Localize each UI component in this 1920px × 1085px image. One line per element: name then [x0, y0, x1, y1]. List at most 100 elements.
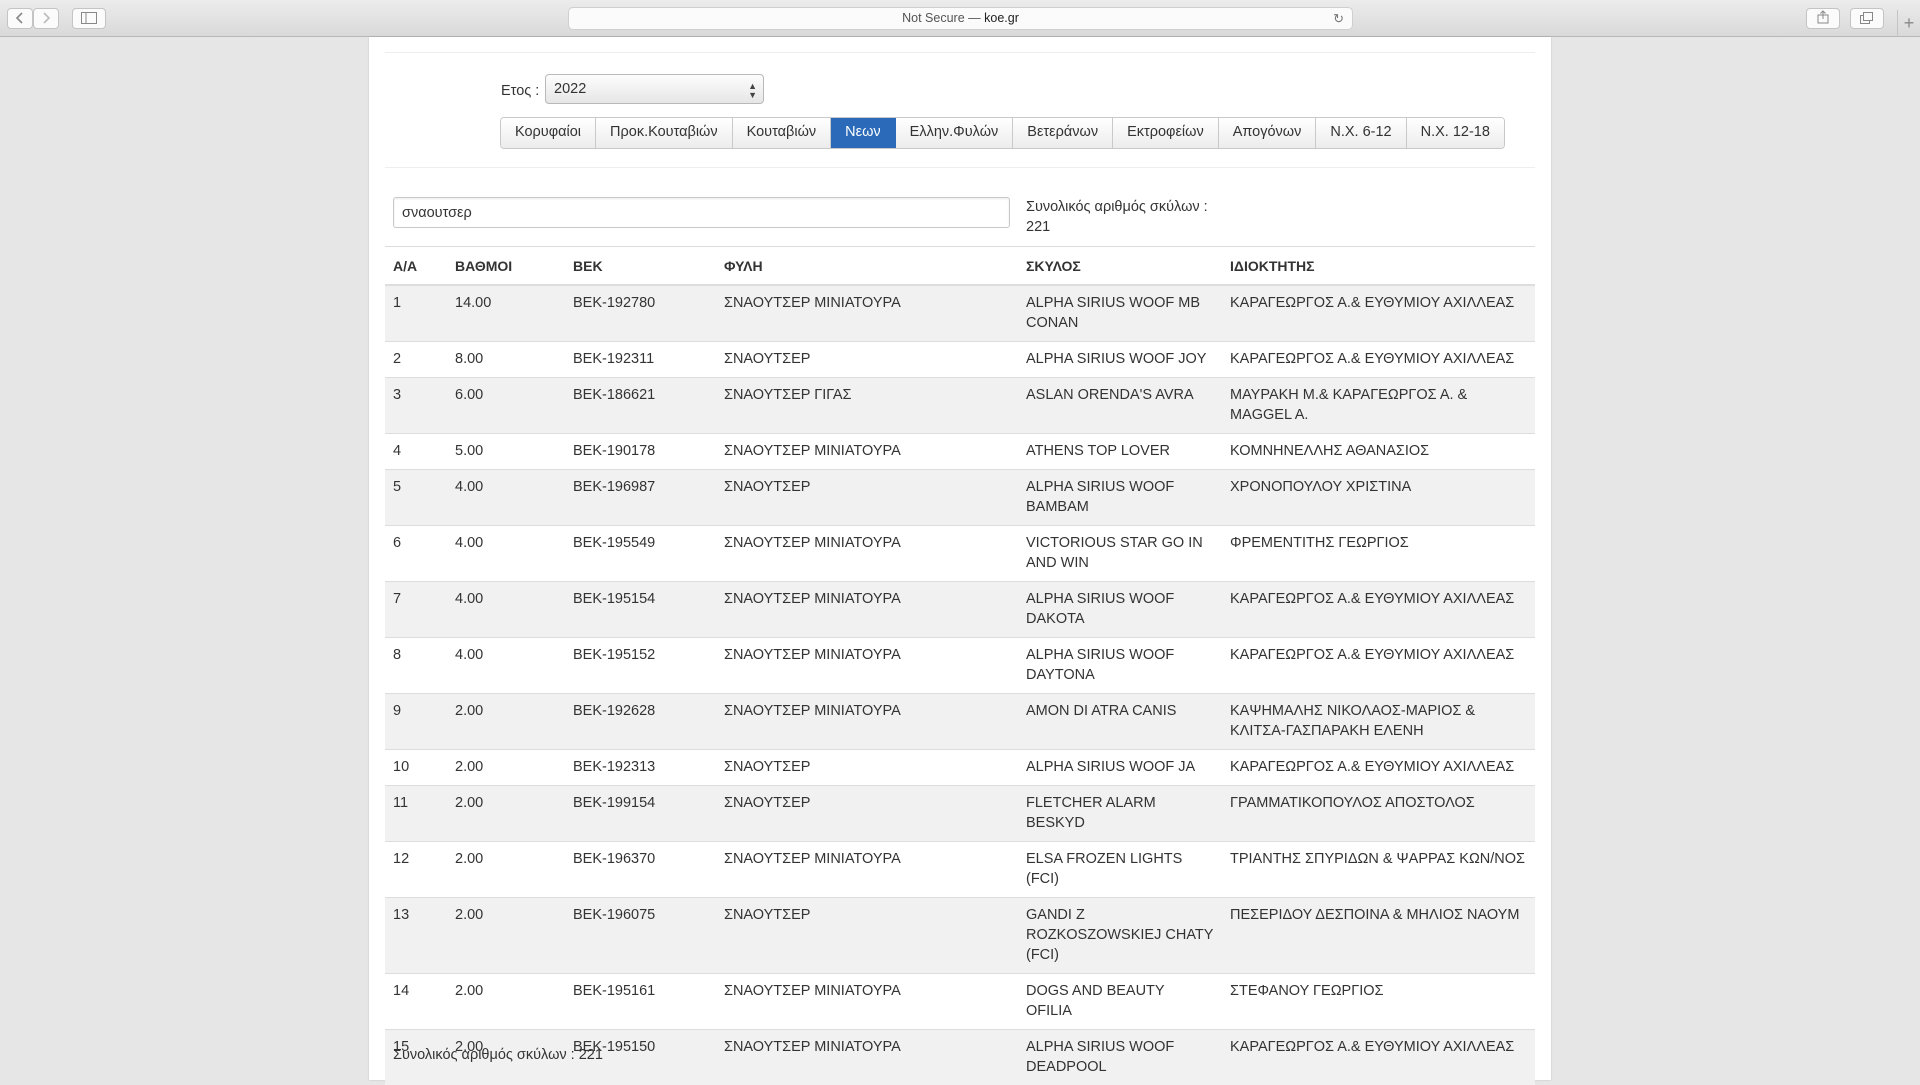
share-button[interactable]: [1806, 8, 1840, 29]
cell-points: 2.00: [447, 694, 565, 750]
cell-owner: ΚΑΡΑΓΕΩΡΓΟΣ Α.& ΕΥΘΥΜΙΟΥ ΑΧΙΛΛΕΑΣ: [1222, 638, 1535, 694]
cell-dog: VICTORIOUS STAR GO IN AND WIN: [1018, 526, 1222, 582]
back-button[interactable]: [7, 8, 33, 29]
reload-icon[interactable]: ↻: [1333, 8, 1344, 29]
tab-5[interactable]: Βετεράνων: [1013, 118, 1113, 148]
divider: [385, 167, 1535, 168]
cell-bek: ΒΕΚ-192780: [565, 285, 716, 342]
column-header-breed[interactable]: ΦΥΛΗ: [716, 247, 1018, 286]
cell-breed: ΣΝΑΟΥΤΣΕΡ ΜΙΝΙΑΤΟΥΡΑ: [716, 694, 1018, 750]
cell-points: 8.00: [447, 342, 565, 378]
cell-breed: ΣΝΑΟΥΤΣΕΡ ΓΙΓΑΣ: [716, 378, 1018, 434]
cell-aa: 9: [385, 694, 447, 750]
browser-toolbar: Not Secure — koe.gr ↻ +: [0, 0, 1920, 37]
cell-owner: ΠΕΣΕΡΙΔΟΥ ΔΕΣΠΟΙΝΑ & ΜΗΛΙΟΣ ΝΑΟΥΜ: [1222, 898, 1535, 974]
table-row: 114.00ΒΕΚ-192780ΣΝΑΟΥΤΣΕΡ ΜΙΝΙΑΤΟΥΡΑALPH…: [385, 285, 1535, 342]
cell-breed: ΣΝΑΟΥΤΣΕΡ ΜΙΝΙΑΤΟΥΡΑ: [716, 285, 1018, 342]
table-row: 122.00ΒΕΚ-196370ΣΝΑΟΥΤΣΕΡ ΜΙΝΙΑΤΟΥΡΑELSA…: [385, 842, 1535, 898]
cell-aa: 7: [385, 582, 447, 638]
cell-owner: ΓΡΑΜΜΑΤΙΚΟΠΟΥΛΟΣ ΑΠΟΣΤΟΛΟΣ: [1222, 786, 1535, 842]
cell-aa: 11: [385, 786, 447, 842]
cell-breed: ΣΝΑΟΥΤΣΕΡ: [716, 342, 1018, 378]
total-count-bottom: Συνολικός αριθμός σκύλων : 221: [393, 1047, 603, 1063]
tab-1[interactable]: Προκ.Κουταβιών: [596, 118, 733, 148]
cell-aa: 13: [385, 898, 447, 974]
tab-8[interactable]: Ν.Χ. 6-12: [1316, 118, 1406, 148]
cell-dog: ASLAN ORENDA'S AVRA: [1018, 378, 1222, 434]
cell-dog: ELSA FROZEN LIGHTS (FCI): [1018, 842, 1222, 898]
tab-4[interactable]: Ελλην.Φυλών: [896, 118, 1014, 148]
page-content: Ετος : 2022 ▲▼ ΚορυφαίοιΠροκ.ΚουταβιώνΚο…: [369, 37, 1551, 1080]
tab-0[interactable]: Κορυφαίοι: [501, 118, 596, 148]
cell-dog: ALPHA SIRIUS WOOF BAMBAM: [1018, 470, 1222, 526]
column-header-points[interactable]: ΒΑΘΜΟΙ: [447, 247, 565, 286]
results-table: Α/Α ΒΑΘΜΟΙ ΒΕΚ ΦΥΛΗ ΣΚΥΛΟΣ ΙΔΙΟΚΤΗΤΗΣ 11…: [385, 246, 1535, 1085]
tab-3[interactable]: Νεων: [831, 118, 896, 148]
year-label: Ετος :: [501, 83, 539, 99]
tab-9[interactable]: Ν.Χ. 12-18: [1407, 118, 1504, 148]
cell-dog: ATHENS TOP LOVER: [1018, 434, 1222, 470]
cell-breed: ΣΝΑΟΥΤΣΕΡ ΜΙΝΙΑΤΟΥΡΑ: [716, 526, 1018, 582]
cell-owner: ΚΑΨΗΜΑΛΗΣ ΝΙΚΟΛΑΟΣ-ΜΑΡΙΟΣ & ΚΛΙΤΣΑ-ΓΑΣΠΑ…: [1222, 694, 1535, 750]
cell-points: 2.00: [447, 786, 565, 842]
cell-dog: ALPHA SIRIUS WOOF MB CONAN: [1018, 285, 1222, 342]
cell-breed: ΣΝΑΟΥΤΣΕΡ: [716, 898, 1018, 974]
cell-bek: ΒΕΚ-195549: [565, 526, 716, 582]
cell-bek: ΒΕΚ-196370: [565, 842, 716, 898]
total-count-top: Συνολικός αριθμός σκύλων : 221: [1026, 197, 1226, 237]
cell-owner: ΚΑΡΑΓΕΩΡΓΟΣ Α.& ΕΥΘΥΜΙΟΥ ΑΧΙΛΛΕΑΣ: [1222, 342, 1535, 378]
new-tab-button[interactable]: +: [1897, 10, 1920, 37]
cell-bek: ΒΕΚ-190178: [565, 434, 716, 470]
cell-breed: ΣΝΑΟΥΤΣΕΡ ΜΙΝΙΑΤΟΥΡΑ: [716, 974, 1018, 1030]
cell-breed: ΣΝΑΟΥΤΣΕΡ ΜΙΝΙΑΤΟΥΡΑ: [716, 638, 1018, 694]
cell-bek: ΒΕΚ-186621: [565, 378, 716, 434]
search-input[interactable]: [393, 197, 1010, 228]
cell-dog: DOGS AND BEAUTY OFILIA: [1018, 974, 1222, 1030]
year-select[interactable]: 2022 ▲▼: [545, 74, 764, 104]
table-row: 45.00ΒΕΚ-190178ΣΝΑΟΥΤΣΕΡ ΜΙΝΙΑΤΟΥΡΑATHEN…: [385, 434, 1535, 470]
column-header-bek[interactable]: ΒΕΚ: [565, 247, 716, 286]
cell-points: 5.00: [447, 434, 565, 470]
cell-points: 4.00: [447, 638, 565, 694]
cell-aa: 1: [385, 285, 447, 342]
column-header-dog[interactable]: ΣΚΥΛΟΣ: [1018, 247, 1222, 286]
sidebar-button[interactable]: [72, 8, 106, 29]
cell-points: 4.00: [447, 582, 565, 638]
cell-dog: FLETCHER ALARM BESKYD: [1018, 786, 1222, 842]
table-row: 54.00ΒΕΚ-196987ΣΝΑΟΥΤΣΕΡALPHA SIRIUS WOO…: [385, 470, 1535, 526]
cell-dog: ALPHA SIRIUS WOOF JA: [1018, 750, 1222, 786]
tab-7[interactable]: Απογόνων: [1219, 118, 1317, 148]
cell-owner: ΚΑΡΑΓΕΩΡΓΟΣ Α.& ΕΥΘΥΜΙΟΥ ΑΧΙΛΛΕΑΣ: [1222, 1030, 1535, 1085]
cell-owner: ΚΑΡΑΓΕΩΡΓΟΣ Α.& ΕΥΘΥΜΙΟΥ ΑΧΙΛΛΕΑΣ: [1222, 750, 1535, 786]
cell-dog: ALPHA SIRIUS WOOF JOY: [1018, 342, 1222, 378]
table-row: 74.00ΒΕΚ-195154ΣΝΑΟΥΤΣΕΡ ΜΙΝΙΑΤΟΥΡΑALPHA…: [385, 582, 1535, 638]
cell-aa: 12: [385, 842, 447, 898]
cell-bek: ΒΕΚ-196987: [565, 470, 716, 526]
cell-bek: ΒΕΚ-192313: [565, 750, 716, 786]
cell-breed: ΣΝΑΟΥΤΣΕΡ: [716, 470, 1018, 526]
table-row: 142.00ΒΕΚ-195161ΣΝΑΟΥΤΣΕΡ ΜΙΝΙΑΤΟΥΡΑDOGS…: [385, 974, 1535, 1030]
cell-points: 2.00: [447, 898, 565, 974]
forward-button[interactable]: [33, 8, 59, 29]
table-row: 112.00ΒΕΚ-199154ΣΝΑΟΥΤΣΕΡFLETCHER ALARM …: [385, 786, 1535, 842]
column-header-aa[interactable]: Α/Α: [385, 247, 447, 286]
year-value: 2022: [554, 81, 586, 97]
cell-aa: 10: [385, 750, 447, 786]
cell-points: 2.00: [447, 974, 565, 1030]
tabs-overview-button[interactable]: [1850, 8, 1884, 29]
cell-breed: ΣΝΑΟΥΤΣΕΡ: [716, 786, 1018, 842]
cell-points: 6.00: [447, 378, 565, 434]
cell-bek: ΒΕΚ-192628: [565, 694, 716, 750]
tabs-overview-icon: [1860, 11, 1874, 27]
column-header-owner[interactable]: ΙΔΙΟΚΤΗΤΗΣ: [1222, 247, 1535, 286]
cell-aa: 14: [385, 974, 447, 1030]
cell-owner: ΚΑΡΑΓΕΩΡΓΟΣ Α.& ΕΥΘΥΜΙΟΥ ΑΧΙΛΛΕΑΣ: [1222, 285, 1535, 342]
table-row: 64.00ΒΕΚ-195549ΣΝΑΟΥΤΣΕΡ ΜΙΝΙΑΤΟΥΡΑVICTO…: [385, 526, 1535, 582]
category-tabs: ΚορυφαίοιΠροκ.ΚουταβιώνΚουταβιώνΝεωνΕλλη…: [500, 117, 1505, 149]
table-row: 36.00ΒΕΚ-186621ΣΝΑΟΥΤΣΕΡ ΓΙΓΑΣASLAN OREN…: [385, 378, 1535, 434]
tab-6[interactable]: Εκτροφείων: [1113, 118, 1219, 148]
cell-aa: 4: [385, 434, 447, 470]
cell-points: 2.00: [447, 842, 565, 898]
tab-2[interactable]: Κουταβιών: [733, 118, 832, 148]
address-bar[interactable]: Not Secure — koe.gr ↻: [568, 7, 1353, 30]
